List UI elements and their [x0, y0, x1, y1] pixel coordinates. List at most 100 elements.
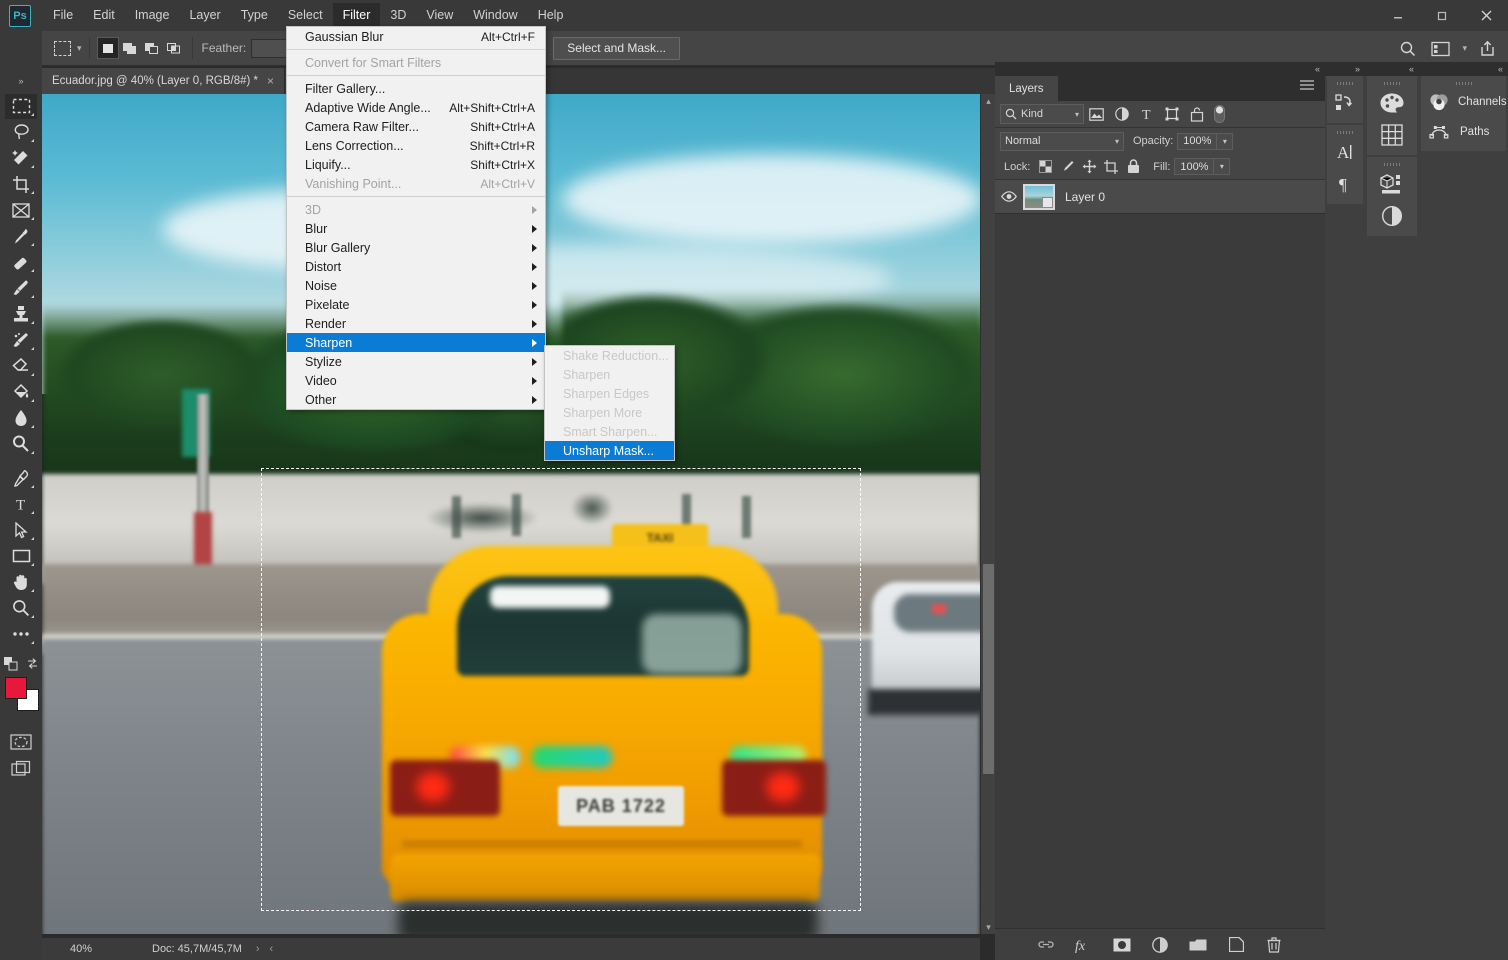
filter-menu-item[interactable]: Sharpen [287, 333, 545, 352]
select-and-mask-button[interactable]: Select and Mask... [553, 37, 680, 60]
edit-toolbar-ellipsis-icon[interactable] [5, 621, 37, 647]
new-layer-icon[interactable] [1227, 936, 1245, 954]
sharpen-menu-item[interactable]: Smart Sharpen... [545, 422, 674, 441]
filter-menu-item[interactable]: Filter Gallery... [287, 79, 545, 98]
fill-chevron-down-icon[interactable]: ▾ [1214, 158, 1230, 175]
type-tool[interactable]: T [5, 491, 37, 517]
layer-style-fx-icon[interactable]: fx [1075, 936, 1093, 954]
adjustment-layer-filter-icon[interactable] [1109, 103, 1134, 125]
sharpen-menu-item[interactable]: Sharpen More [545, 403, 674, 422]
frame-tool[interactable] [5, 197, 37, 223]
filter-menu-item[interactable]: Vanishing Point...Alt+Ctrl+V [287, 174, 545, 193]
eyedropper-tool[interactable] [5, 223, 37, 249]
tool-preset-chevron-down-icon[interactable]: ▾ [77, 43, 82, 54]
intersect-selection-button[interactable] [163, 37, 185, 59]
tool-preset-marquee-icon[interactable] [49, 35, 75, 61]
filter-menu-item[interactable]: Camera Raw Filter...Shift+Ctrl+A [287, 117, 545, 136]
sharpen-menu-item[interactable]: Sharpen [545, 365, 674, 384]
zoom-tool[interactable] [5, 595, 37, 621]
blur-tool[interactable] [5, 405, 37, 431]
paint-bucket-tool[interactable] [5, 379, 37, 405]
chevron-down-icon[interactable]: ▾ [1075, 110, 1079, 119]
dock-grip[interactable] [1367, 80, 1417, 87]
filter-toggle-icon[interactable] [1212, 104, 1226, 124]
document-tab[interactable]: Ecuador.jpg @ 40% (Layer 0, RGB/8#) *× [42, 68, 285, 94]
subtract-from-selection-button[interactable] [141, 37, 163, 59]
hand-tool[interactable] [5, 569, 37, 595]
menu-filter[interactable]: Filter [333, 3, 381, 29]
layers-collapse-icon[interactable]: « [995, 62, 1325, 76]
path-selection-tool[interactable] [5, 517, 37, 543]
menu-type[interactable]: Type [231, 3, 278, 29]
filter-menu-item[interactable]: Liquify...Shift+Ctrl+X [287, 155, 545, 174]
swap-colors-icon[interactable] [26, 657, 39, 673]
search-icon[interactable] [1394, 36, 1420, 62]
new-group-icon[interactable] [1189, 936, 1207, 954]
lock-all-icon[interactable] [1122, 157, 1144, 177]
sharpen-submenu[interactable]: Shake Reduction...SharpenSharpen EdgesSh… [544, 345, 675, 461]
clone-stamp-tool[interactable] [5, 301, 37, 327]
menu-help[interactable]: Help [528, 3, 574, 29]
chevron-down-icon[interactable]: ▾ [1115, 137, 1119, 146]
menu-window[interactable]: Window [463, 3, 527, 29]
pixel-layer-filter-icon[interactable] [1084, 103, 1109, 125]
link-layers-icon[interactable] [1037, 936, 1055, 954]
sharpen-menu-item[interactable]: Sharpen Edges [545, 384, 674, 403]
color-swatches-icon[interactable] [1367, 87, 1417, 119]
opacity-chevron-down-icon[interactable]: ▾ [1217, 133, 1233, 150]
dock-grip[interactable] [1367, 161, 1417, 168]
opacity-value[interactable]: 100% [1177, 133, 1217, 150]
quick-selection-tool[interactable] [5, 145, 37, 171]
filter-menu-item[interactable]: Render [287, 314, 545, 333]
screen-mode-icon[interactable] [5, 755, 37, 781]
lock-artboard-icon[interactable] [1100, 157, 1122, 177]
history-icon[interactable] [1327, 87, 1363, 119]
minimize-icon[interactable] [1376, 0, 1420, 31]
layer-visibility-icon[interactable] [995, 191, 1023, 202]
layers-list[interactable]: Layer 0 [995, 180, 1325, 928]
quick-mask-icon[interactable] [5, 729, 37, 755]
filter-menu-item[interactable]: Blur Gallery [287, 238, 545, 257]
tab-layers[interactable]: Layers [995, 76, 1058, 101]
panel-menu-icon[interactable] [1299, 79, 1317, 97]
rectangle-tool[interactable] [5, 543, 37, 569]
default-colors-icon[interactable] [4, 657, 18, 674]
layer-thumbnail[interactable] [1023, 184, 1055, 210]
filter-menu-item[interactable]: Blur [287, 219, 545, 238]
sharpen-menu-item[interactable]: Unsharp Mask... [545, 441, 674, 460]
shape-layer-filter-icon[interactable] [1159, 103, 1184, 125]
3d-properties-icon[interactable] [1367, 168, 1417, 200]
brush-tool[interactable] [5, 275, 37, 301]
lock-image-pixels-icon[interactable] [1056, 157, 1078, 177]
sharpen-menu-item[interactable]: Shake Reduction... [545, 346, 674, 365]
eraser-tool[interactable] [5, 353, 37, 379]
dodge-tool[interactable] [5, 431, 37, 457]
lock-transparent-pixels-icon[interactable] [1034, 157, 1056, 177]
menu-3d[interactable]: 3D [380, 3, 416, 29]
layer-row[interactable]: Layer 0 [995, 180, 1325, 214]
tabbar-collapse-handle[interactable]: » [0, 68, 42, 94]
menu-view[interactable]: View [416, 3, 463, 29]
add-to-selection-button[interactable] [119, 37, 141, 59]
lasso-tool[interactable] [5, 119, 37, 145]
character-icon[interactable]: A [1327, 136, 1363, 168]
filter-kind-select[interactable]: Kind ▾ [1000, 104, 1084, 124]
filter-menu-item[interactable]: Gaussian BlurAlt+Ctrl+F [287, 27, 545, 46]
status-expand-chevron-icon[interactable]: › [256, 943, 260, 955]
menu-image[interactable]: Image [125, 3, 180, 29]
blend-mode-select[interactable]: Normal ▾ [1000, 132, 1124, 151]
filter-menu-item[interactable]: Convert for Smart Filters [287, 53, 545, 72]
fill-value[interactable]: 100% [1174, 158, 1214, 175]
filter-menu-item[interactable]: Stylize [287, 352, 545, 371]
status-collapse-chevron-icon[interactable]: ‹ [270, 943, 274, 955]
dock2-collapse-icon[interactable]: « [1365, 62, 1419, 76]
vertical-scroll-thumb[interactable] [983, 564, 994, 774]
workspace-icon[interactable] [1427, 36, 1453, 62]
dock1-expand-icon[interactable]: » [1325, 62, 1365, 76]
foreground-color-swatch[interactable] [5, 677, 27, 699]
dock-grip[interactable] [1327, 80, 1363, 87]
filter-menu-item[interactable]: 3D [287, 200, 545, 219]
rectangular-marquee-tool[interactable] [5, 93, 37, 119]
filter-menu-item[interactable]: Pixelate [287, 295, 545, 314]
spot-healing-brush-tool[interactable] [5, 249, 37, 275]
